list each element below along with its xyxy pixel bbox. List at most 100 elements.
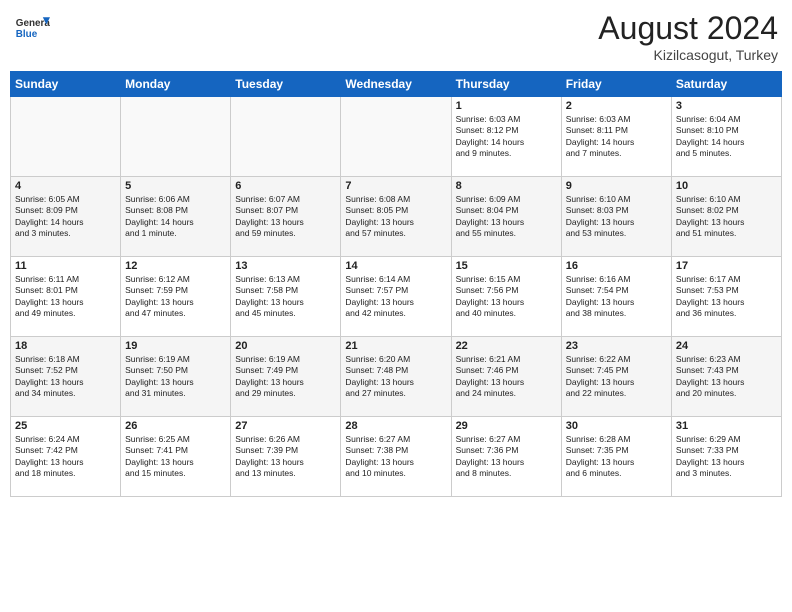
day-number: 28 — [345, 420, 446, 432]
day-number: 9 — [566, 180, 667, 192]
weekday-header-row: SundayMondayTuesdayWednesdayThursdayFrid… — [11, 72, 782, 97]
day-number: 8 — [456, 180, 557, 192]
calendar-week-1: 1 Sunrise: 6:03 AMSunset: 8:12 PMDaylight… — [11, 97, 782, 177]
day-info: Sunrise: 6:20 AMSunset: 7:48 PMDaylight:… — [345, 354, 446, 400]
calendar-cell: 29 Sunrise: 6:27 AMSunset: 7:36 PMDayligh… — [451, 417, 561, 497]
calendar-cell: 20 Sunrise: 6:19 AMSunset: 7:49 PMDayligh… — [231, 337, 341, 417]
day-info: Sunrise: 6:13 AMSunset: 7:58 PMDaylight:… — [235, 274, 336, 320]
day-number: 17 — [676, 260, 777, 272]
calendar-cell: 18 Sunrise: 6:18 AMSunset: 7:52 PMDayligh… — [11, 337, 121, 417]
day-info: Sunrise: 6:08 AMSunset: 8:05 PMDaylight:… — [345, 194, 446, 240]
month-year: August 2024 — [598, 10, 778, 47]
day-number: 24 — [676, 340, 777, 352]
day-number: 5 — [125, 180, 226, 192]
calendar-cell: 12 Sunrise: 6:12 AMSunset: 7:59 PMDayligh… — [121, 257, 231, 337]
day-number: 22 — [456, 340, 557, 352]
calendar-cell — [121, 97, 231, 177]
calendar-cell: 1 Sunrise: 6:03 AMSunset: 8:12 PMDaylight… — [451, 97, 561, 177]
day-info: Sunrise: 6:10 AMSunset: 8:03 PMDaylight:… — [566, 194, 667, 240]
day-info: Sunrise: 6:16 AMSunset: 7:54 PMDaylight:… — [566, 274, 667, 320]
svg-text:Blue: Blue — [16, 29, 38, 40]
calendar-body: 1 Sunrise: 6:03 AMSunset: 8:12 PMDaylight… — [11, 97, 782, 497]
calendar-cell: 6 Sunrise: 6:07 AMSunset: 8:07 PMDaylight… — [231, 177, 341, 257]
calendar-cell: 8 Sunrise: 6:09 AMSunset: 8:04 PMDaylight… — [451, 177, 561, 257]
day-number: 4 — [15, 180, 116, 192]
day-number: 21 — [345, 340, 446, 352]
day-number: 6 — [235, 180, 336, 192]
calendar-cell: 26 Sunrise: 6:25 AMSunset: 7:41 PMDayligh… — [121, 417, 231, 497]
calendar-week-2: 4 Sunrise: 6:05 AMSunset: 8:09 PMDaylight… — [11, 177, 782, 257]
calendar-cell: 30 Sunrise: 6:28 AMSunset: 7:35 PMDayligh… — [561, 417, 671, 497]
day-number: 11 — [15, 260, 116, 272]
day-number: 2 — [566, 100, 667, 112]
day-info: Sunrise: 6:07 AMSunset: 8:07 PMDaylight:… — [235, 194, 336, 240]
calendar-week-3: 11 Sunrise: 6:11 AMSunset: 8:01 PMDayligh… — [11, 257, 782, 337]
calendar-cell — [231, 97, 341, 177]
calendar-cell: 11 Sunrise: 6:11 AMSunset: 8:01 PMDayligh… — [11, 257, 121, 337]
day-number: 12 — [125, 260, 226, 272]
location: Kizilcasogut, Turkey — [598, 47, 778, 63]
calendar-cell: 2 Sunrise: 6:03 AMSunset: 8:11 PMDaylight… — [561, 97, 671, 177]
day-info: Sunrise: 6:10 AMSunset: 8:02 PMDaylight:… — [676, 194, 777, 240]
calendar-cell: 23 Sunrise: 6:22 AMSunset: 7:45 PMDayligh… — [561, 337, 671, 417]
day-number: 13 — [235, 260, 336, 272]
day-number: 15 — [456, 260, 557, 272]
calendar-cell: 24 Sunrise: 6:23 AMSunset: 7:43 PMDayligh… — [671, 337, 781, 417]
day-info: Sunrise: 6:28 AMSunset: 7:35 PMDaylight:… — [566, 434, 667, 480]
day-info: Sunrise: 6:03 AMSunset: 8:11 PMDaylight:… — [566, 114, 667, 160]
day-number: 1 — [456, 100, 557, 112]
weekday-header-saturday: Saturday — [671, 72, 781, 97]
calendar: SundayMondayTuesdayWednesdayThursdayFrid… — [10, 71, 782, 497]
calendar-cell: 31Sunrise: 6:29 AMSunset: 7:33 PMDayligh… — [671, 417, 781, 497]
day-info: Sunrise: 6:15 AMSunset: 7:56 PMDaylight:… — [456, 274, 557, 320]
day-number: 23 — [566, 340, 667, 352]
day-number: 10 — [676, 180, 777, 192]
day-info: Sunrise: 6:29 AMSunset: 7:33 PMDaylight:… — [676, 434, 777, 480]
day-info: Sunrise: 6:17 AMSunset: 7:53 PMDaylight:… — [676, 274, 777, 320]
calendar-cell: 22Sunrise: 6:21 AMSunset: 7:46 PMDayligh… — [451, 337, 561, 417]
calendar-cell: 9 Sunrise: 6:10 AMSunset: 8:03 PMDaylight… — [561, 177, 671, 257]
day-info: Sunrise: 6:05 AMSunset: 8:09 PMDaylight:… — [15, 194, 116, 240]
calendar-cell: 10 Sunrise: 6:10 AMSunset: 8:02 PMDayligh… — [671, 177, 781, 257]
day-number: 16 — [566, 260, 667, 272]
day-info: Sunrise: 6:18 AMSunset: 7:52 PMDaylight:… — [15, 354, 116, 400]
day-info: Sunrise: 6:22 AMSunset: 7:45 PMDaylight:… — [566, 354, 667, 400]
calendar-cell: 25Sunrise: 6:24 AMSunset: 7:42 PMDayligh… — [11, 417, 121, 497]
day-number: 29 — [456, 420, 557, 432]
day-info: Sunrise: 6:25 AMSunset: 7:41 PMDaylight:… — [125, 434, 226, 480]
calendar-cell: 17 Sunrise: 6:17 AMSunset: 7:53 PMDayligh… — [671, 257, 781, 337]
day-info: Sunrise: 6:23 AMSunset: 7:43 PMDaylight:… — [676, 354, 777, 400]
day-number: 25 — [15, 420, 116, 432]
calendar-cell — [11, 97, 121, 177]
calendar-cell: 21 Sunrise: 6:20 AMSunset: 7:48 PMDayligh… — [341, 337, 451, 417]
weekday-header-sunday: Sunday — [11, 72, 121, 97]
day-number: 14 — [345, 260, 446, 272]
calendar-week-5: 25Sunrise: 6:24 AMSunset: 7:42 PMDayligh… — [11, 417, 782, 497]
calendar-cell: 14 Sunrise: 6:14 AMSunset: 7:57 PMDayligh… — [341, 257, 451, 337]
day-info: Sunrise: 6:12 AMSunset: 7:59 PMDaylight:… — [125, 274, 226, 320]
day-number: 20 — [235, 340, 336, 352]
calendar-cell: 3Sunrise: 6:04 AMSunset: 8:10 PMDaylight… — [671, 97, 781, 177]
day-info: Sunrise: 6:09 AMSunset: 8:04 PMDaylight:… — [456, 194, 557, 240]
day-info: Sunrise: 6:14 AMSunset: 7:57 PMDaylight:… — [345, 274, 446, 320]
calendar-cell: 4 Sunrise: 6:05 AMSunset: 8:09 PMDaylight… — [11, 177, 121, 257]
weekday-header-thursday: Thursday — [451, 72, 561, 97]
calendar-cell: 19 Sunrise: 6:19 AMSunset: 7:50 PMDayligh… — [121, 337, 231, 417]
day-info: Sunrise: 6:06 AMSunset: 8:08 PMDaylight:… — [125, 194, 226, 240]
day-number: 19 — [125, 340, 226, 352]
day-info: Sunrise: 6:19 AMSunset: 7:50 PMDaylight:… — [125, 354, 226, 400]
calendar-cell: 5 Sunrise: 6:06 AMSunset: 8:08 PMDaylight… — [121, 177, 231, 257]
day-info: Sunrise: 6:03 AMSunset: 8:12 PMDaylight:… — [456, 114, 557, 160]
day-number: 27 — [235, 420, 336, 432]
day-number: 26 — [125, 420, 226, 432]
logo: General Blue — [14, 10, 50, 46]
day-number: 30 — [566, 420, 667, 432]
calendar-cell: 16 Sunrise: 6:16 AMSunset: 7:54 PMDayligh… — [561, 257, 671, 337]
day-info: Sunrise: 6:26 AMSunset: 7:39 PMDaylight:… — [235, 434, 336, 480]
day-info: Sunrise: 6:27 AMSunset: 7:36 PMDaylight:… — [456, 434, 557, 480]
day-number: 18 — [15, 340, 116, 352]
calendar-week-4: 18 Sunrise: 6:18 AMSunset: 7:52 PMDayligh… — [11, 337, 782, 417]
weekday-header-tuesday: Tuesday — [231, 72, 341, 97]
day-info: Sunrise: 6:11 AMSunset: 8:01 PMDaylight:… — [15, 274, 116, 320]
day-info: Sunrise: 6:19 AMSunset: 7:49 PMDaylight:… — [235, 354, 336, 400]
